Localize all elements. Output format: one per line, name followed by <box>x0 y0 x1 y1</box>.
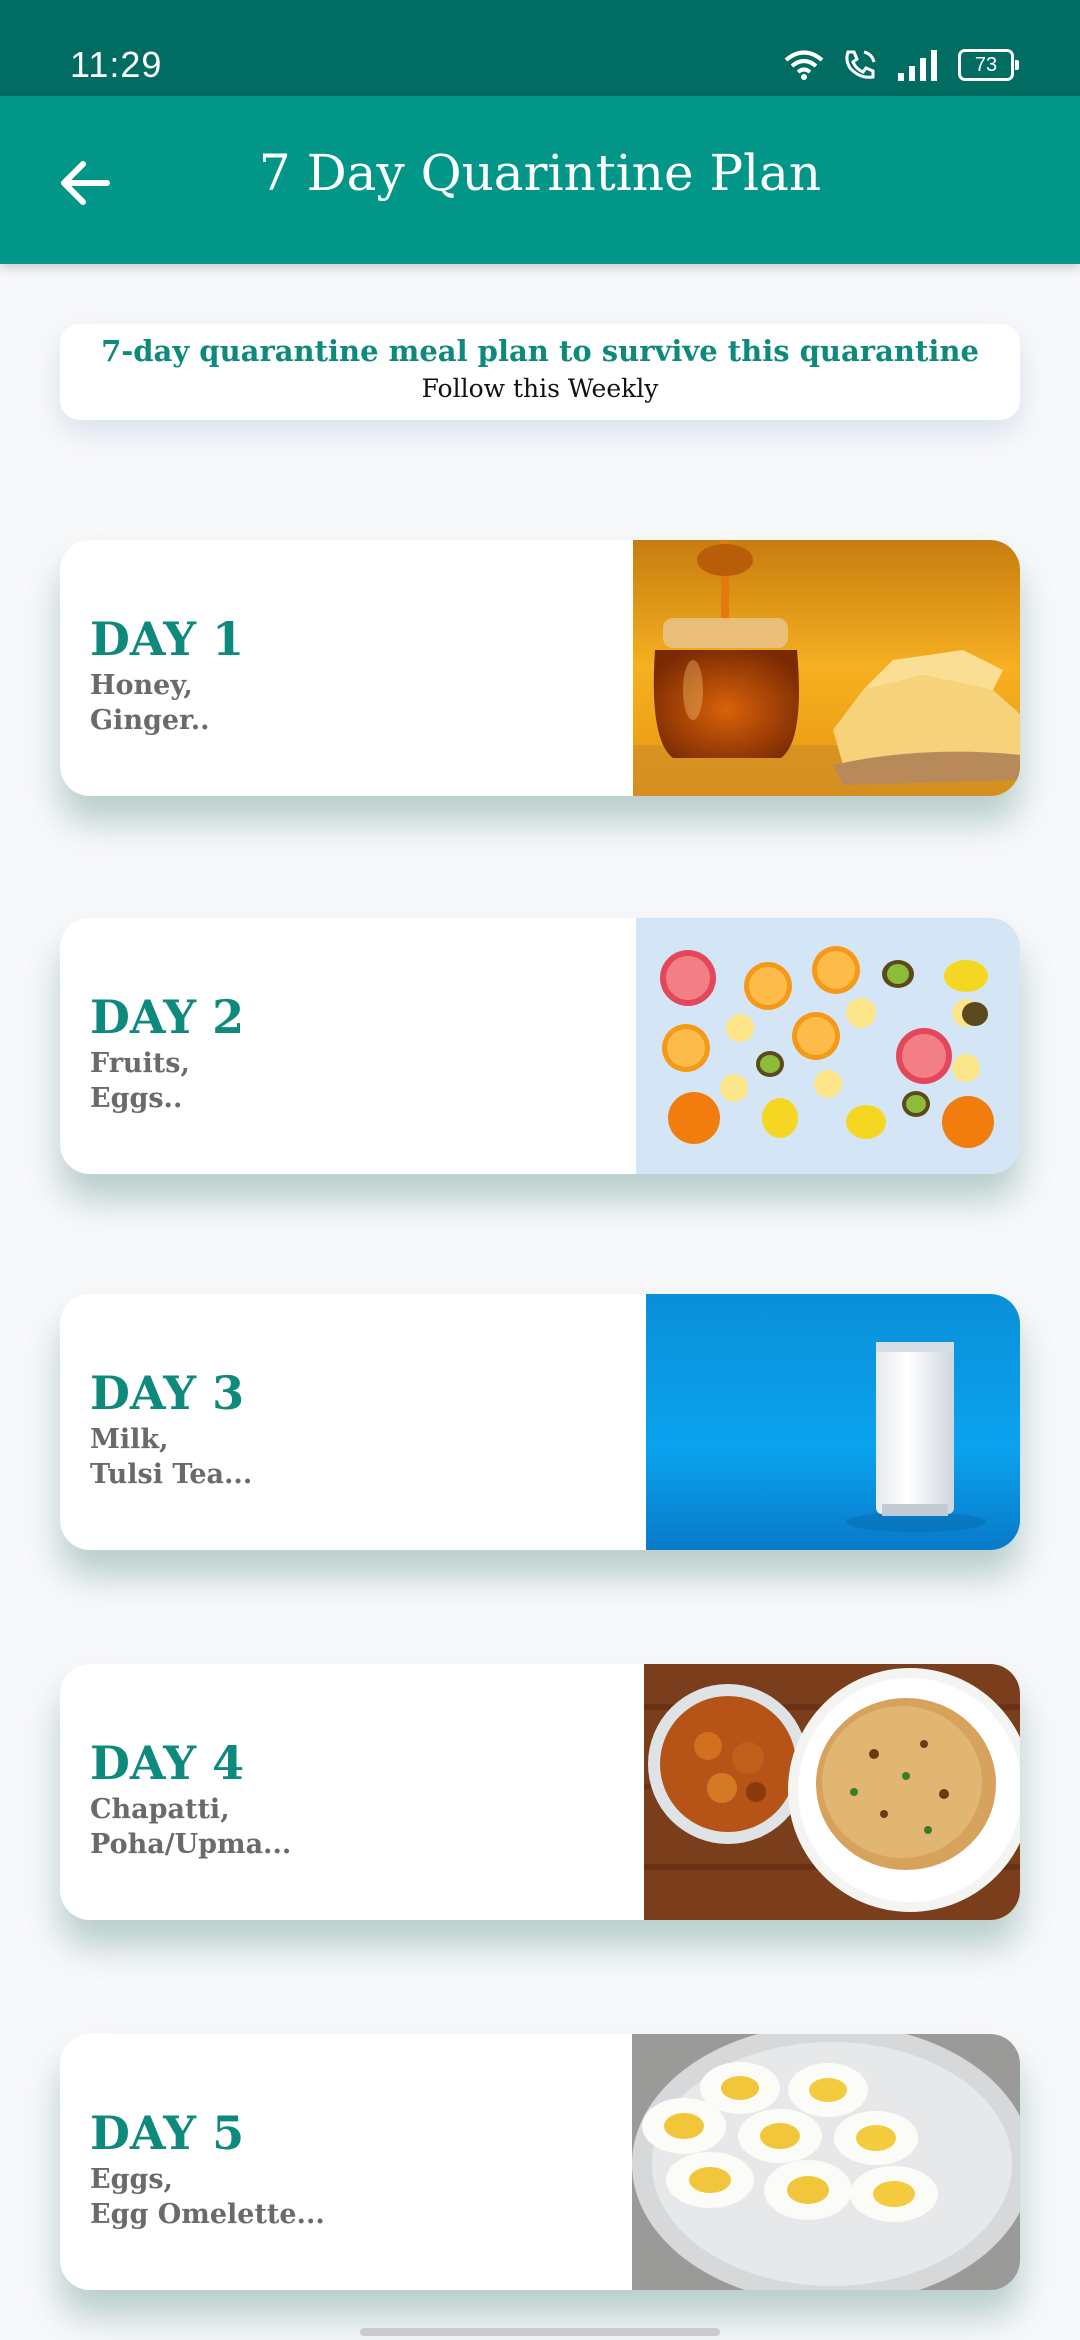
day-item: Ginger.. <box>90 705 210 736</box>
day-items: Fruits, Eggs.. <box>90 1046 244 1116</box>
curry-chapati-image <box>644 1664 1020 1920</box>
day-items: Eggs, Egg Omelette... <box>90 2162 325 2232</box>
day-card-1[interactable]: DAY 1 Honey, Ginger.. <box>60 540 1020 796</box>
status-icons: 73 <box>784 46 1019 84</box>
day-item: Fruits, <box>90 1048 190 1079</box>
day-item: Eggs.. <box>90 1083 183 1114</box>
day-label: DAY 4 <box>90 1736 245 1790</box>
gesture-nav-handle[interactable] <box>360 2328 720 2336</box>
day-item: Chapatti, <box>90 1794 230 1825</box>
intro-card: 7-day quarantine meal plan to survive th… <box>60 324 1020 420</box>
day-item: Tulsi Tea... <box>90 1459 253 1490</box>
day-label: DAY 3 <box>90 1366 245 1420</box>
milk-glass-image <box>646 1294 1020 1550</box>
day-items: Honey, Ginger.. <box>90 668 244 738</box>
honey-jar-image <box>633 540 1020 796</box>
wifi-calling-icon <box>845 50 876 79</box>
status-bar: 11:29 73 <box>0 0 1080 96</box>
day-card-5[interactable]: DAY 5 Eggs, Egg Omelette... <box>60 2034 1020 2290</box>
status-time: 11:29 <box>70 44 163 85</box>
wifi-icon <box>784 50 824 80</box>
day-label: DAY 5 <box>90 2106 245 2160</box>
day-items: Milk, Tulsi Tea... <box>90 1422 252 1492</box>
day-card-4[interactable]: DAY 4 Chapatti, Poha/Upma... <box>60 1664 1020 1920</box>
day-label: DAY 2 <box>90 990 245 1044</box>
cellular-signal-icon <box>898 50 937 81</box>
day-label: DAY 1 <box>90 612 245 666</box>
day-item: Honey, <box>90 670 193 701</box>
day-item: Poha/Upma... <box>90 1829 292 1860</box>
day-items: Chapatti, Poha/Upma... <box>90 1792 291 1862</box>
day-item: Milk, <box>90 1424 169 1455</box>
battery-icon: 73 <box>958 49 1019 81</box>
app-bar: 7 Day Quarintine Plan <box>0 96 1080 264</box>
intro-headline: 7-day quarantine meal plan to survive th… <box>101 334 979 368</box>
page-title: 7 Day Quarintine Plan <box>258 144 822 202</box>
boiled-eggs-image <box>632 2034 1020 2290</box>
day-item: Eggs, <box>90 2164 173 2195</box>
day-card-3[interactable]: DAY 3 Milk, Tulsi Tea... <box>60 1294 1020 1550</box>
citrus-fruits-image <box>636 918 1020 1174</box>
day-card-2[interactable]: DAY 2 Fruits, Eggs.. <box>60 918 1020 1174</box>
day-item: Egg Omelette... <box>90 2199 325 2230</box>
intro-subtitle: Follow this Weekly <box>421 374 659 403</box>
